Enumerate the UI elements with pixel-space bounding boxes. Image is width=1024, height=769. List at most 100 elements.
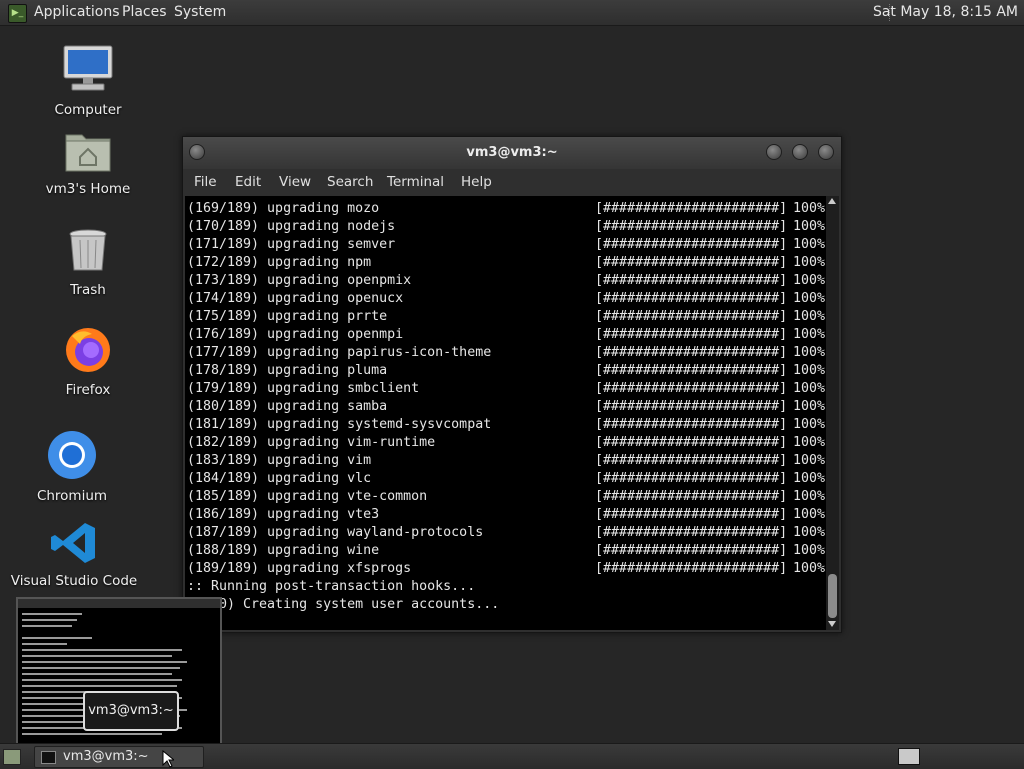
- window-menu-icon[interactable]: [189, 144, 205, 160]
- home-folder-icon: [65, 134, 111, 172]
- terminal-progress-bar: [######################]: [595, 507, 788, 522]
- terminal-menu-file[interactable]: File: [194, 169, 217, 196]
- terminal-line-text: (187/189) upgrading wayland-protocols: [187, 525, 484, 540]
- taskbar-window-button[interactable]: vm3@vm3:~: [34, 746, 204, 768]
- terminal-progress-bar: [######################]: [595, 201, 788, 216]
- terminal-progress-bar: [######################]: [595, 255, 788, 270]
- terminal-output[interactable]: (169/189) upgrading mozo [###############…: [185, 196, 826, 630]
- close-icon[interactable]: [818, 144, 834, 160]
- bottom-panel: vm3@vm3:~: [0, 743, 1024, 769]
- desktop-icon-trash[interactable]: Trash: [18, 228, 158, 298]
- menu-applications[interactable]: Applications: [34, 0, 120, 25]
- terminal-progress-percent: 100%: [793, 219, 826, 234]
- scroll-down-arrow-icon[interactable]: [828, 621, 836, 627]
- show-desktop-icon[interactable]: [3, 749, 21, 765]
- terminal-line-text: (173/189) upgrading openpmix: [187, 273, 412, 288]
- terminal-line: (174/189) upgrading openucx [############…: [187, 290, 825, 308]
- terminal-line-text: (185/189) upgrading vte-common: [187, 489, 428, 504]
- terminal-progress-percent: 100%: [793, 291, 826, 306]
- terminal-progress-bar: [######################]: [595, 309, 788, 324]
- terminal-line-text: (172/189) upgrading npm: [187, 255, 372, 270]
- terminal-line: (171/189) upgrading semver [#############…: [187, 236, 825, 254]
- desktop-icon-vscode[interactable]: Visual Studio Code: [4, 521, 144, 589]
- desktop-icon-label: vm3's Home: [45, 181, 131, 197]
- firefox-icon: [66, 328, 110, 372]
- terminal-progress-bar: [######################]: [595, 273, 788, 288]
- terminal-progress-bar: [######################]: [595, 327, 788, 342]
- terminal-progress-percent: 100%: [793, 381, 826, 396]
- desktop-icon-label: Firefox: [65, 382, 111, 398]
- terminal-menu-terminal[interactable]: Terminal: [387, 169, 444, 196]
- computer-icon: [63, 45, 113, 91]
- terminal-progress-percent: 100%: [793, 327, 826, 342]
- applications-menu-icon[interactable]: ▶_: [8, 4, 27, 23]
- terminal-progress-percent: 100%: [793, 201, 826, 216]
- terminal-line: (173/189) upgrading openpmix [###########…: [187, 272, 825, 290]
- terminal-line-text: (177/189) upgrading papirus-icon-theme: [187, 345, 492, 360]
- preview-text-line: [22, 619, 77, 621]
- terminal-line-text: (178/189) upgrading pluma: [187, 363, 388, 378]
- clock[interactable]: Sat May 18, 8:15 AM: [873, 0, 1018, 25]
- terminal-line: (187/189) upgrading wayland-protocols [##…: [187, 524, 825, 542]
- terminal-progress-bar: [######################]: [595, 561, 788, 576]
- terminal-progress-bar: [######################]: [595, 417, 788, 432]
- terminal-menu-view[interactable]: View: [279, 169, 311, 196]
- terminal-app-icon: [41, 751, 56, 764]
- terminal-progress-percent: 100%: [793, 363, 826, 378]
- menu-system[interactable]: System: [174, 0, 226, 25]
- terminal-line: (179/189) upgrading smbclient [##########…: [187, 380, 825, 398]
- terminal-line: (184/189) upgrading vlc [################…: [187, 470, 825, 488]
- terminal-progress-percent: 100%: [793, 309, 826, 324]
- terminal-window[interactable]: vm3@vm3:~ File Edit View Search Terminal…: [182, 136, 842, 633]
- preview-text-line: [22, 661, 187, 663]
- terminal-line-text: (176/189) upgrading openmpi: [187, 327, 404, 342]
- terminal-progress-bar: [######################]: [595, 345, 788, 360]
- terminal-progress-percent: 100%: [793, 525, 826, 540]
- terminal-line-text: (179/189) upgrading smbclient: [187, 381, 420, 396]
- terminal-progress-bar: [######################]: [595, 543, 788, 558]
- scrollbar-thumb[interactable]: [828, 574, 837, 618]
- terminal-progress-percent: 100%: [793, 489, 826, 504]
- preview-text-line: [22, 655, 172, 657]
- workspace-switcher[interactable]: [898, 748, 920, 765]
- terminal-line-text: (182/189) upgrading vim-runtime: [187, 435, 436, 450]
- desktop-icon-label: Computer: [54, 102, 122, 118]
- terminal-line: (180/189) upgrading samba [##############…: [187, 398, 825, 416]
- terminal-line: (170/189) upgrading nodejs [#############…: [187, 218, 825, 236]
- terminal-progress-percent: 100%: [793, 345, 826, 360]
- terminal-line: (172/189) upgrading npm [################…: [187, 254, 825, 272]
- desktop-icon-home[interactable]: vm3's Home: [18, 127, 158, 197]
- desktop-icon-computer[interactable]: Computer: [18, 44, 158, 118]
- terminal-line: (181/189) upgrading systemd-sysvcompat [#…: [187, 416, 825, 434]
- terminal-progress-percent: 100%: [793, 543, 826, 558]
- terminal-menu-edit[interactable]: Edit: [235, 169, 261, 196]
- terminal-menu-help[interactable]: Help: [461, 169, 492, 196]
- terminal-progress-percent: 100%: [793, 561, 826, 576]
- terminal-progress-percent: 100%: [793, 237, 826, 252]
- desktop-icon-chromium[interactable]: Chromium: [2, 430, 142, 504]
- terminal-line-text: (170/189) upgrading nodejs: [187, 219, 396, 234]
- minimize-icon[interactable]: [766, 144, 782, 160]
- terminal-menu-search[interactable]: Search: [327, 169, 373, 196]
- terminal-line: (189/189) upgrading xfsprogs [###########…: [187, 560, 825, 578]
- terminal-progress-percent: 100%: [793, 471, 826, 486]
- terminal-titlebar[interactable]: vm3@vm3:~: [183, 137, 841, 169]
- maximize-icon[interactable]: [792, 144, 808, 160]
- terminal-progress-bar: [######################]: [595, 471, 788, 486]
- preview-text-line: [22, 637, 92, 639]
- terminal-progress-bar: [######################]: [595, 453, 788, 468]
- menu-places[interactable]: Places: [122, 0, 167, 25]
- terminal-progress-percent: 100%: [793, 399, 826, 414]
- terminal-line-text: (186/189) upgrading vte3: [187, 507, 380, 522]
- desktop-icon-firefox[interactable]: Firefox: [18, 326, 158, 398]
- preview-text-line: [22, 649, 182, 651]
- scroll-up-arrow-icon[interactable]: [828, 198, 836, 204]
- terminal-line-text: (181/189) upgrading systemd-sysvcompat: [187, 417, 492, 432]
- terminal-progress-bar: [######################]: [595, 291, 788, 306]
- terminal-scrollbar[interactable]: [826, 196, 839, 630]
- terminal-line: (178/189) upgrading pluma [##############…: [187, 362, 825, 380]
- terminal-line: (188/189) upgrading wine [###############…: [187, 542, 825, 560]
- top-panel: ▶_ Applications Places System Sat May 18…: [0, 0, 1024, 26]
- chromium-icon: [48, 431, 96, 479]
- terminal-line: (169/189) upgrading mozo [###############…: [187, 200, 825, 218]
